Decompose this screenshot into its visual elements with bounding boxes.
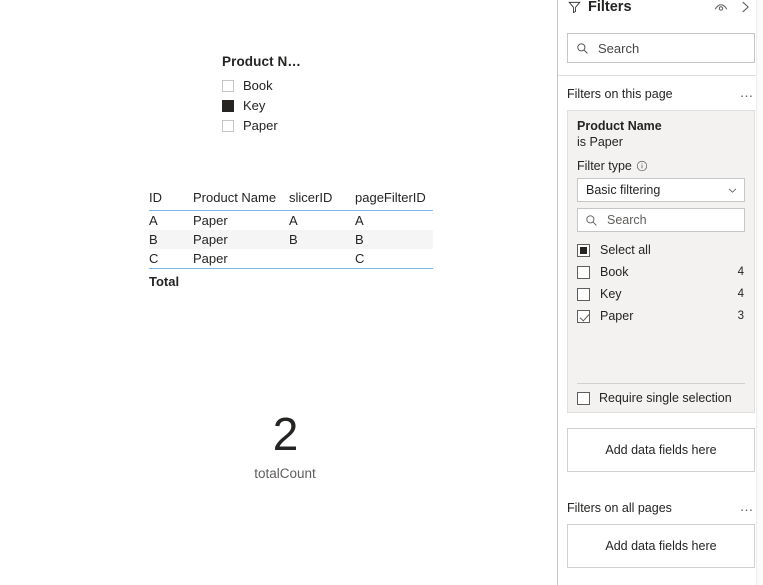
slicer-title: Product N…	[222, 54, 302, 69]
cell-product-name: Paper	[193, 213, 228, 228]
total-pagefilterid	[355, 268, 433, 292]
funnel-icon	[568, 1, 581, 14]
cell-id: A	[149, 213, 158, 228]
card-label: totalCount	[254, 466, 316, 481]
table-total-row: Total	[149, 268, 433, 292]
filters-pane-header: Filters	[558, 0, 763, 24]
filter-card-field-name: Product Name	[577, 119, 662, 133]
data-table: ID Product Name slicerID pageFilterID A …	[149, 190, 433, 292]
more-options-this-page[interactable]: …	[740, 85, 756, 101]
require-single-selection-label: Require single selection	[599, 391, 732, 405]
cell-slicerid	[289, 249, 355, 269]
table-row[interactable]: C Paper C	[149, 249, 433, 269]
filters-pane: Filters Search Filters on this page … Pr…	[557, 0, 763, 585]
total-label: Total	[149, 268, 193, 292]
filter-values-search-placeholder: Search	[607, 213, 647, 227]
filter-value-label: Key	[600, 287, 622, 301]
cell-pagefilterid: B	[355, 230, 433, 249]
total-slicerid	[289, 268, 355, 292]
more-options-all-pages[interactable]: …	[740, 499, 756, 515]
dropzone-report-level-filters[interactable]: Add data fields here	[567, 524, 755, 568]
filter-value-count: 4	[737, 266, 744, 278]
pane-divider	[558, 75, 763, 76]
checkbox-key[interactable]	[577, 287, 590, 301]
filters-pane-scrollbar[interactable]	[756, 0, 763, 585]
filter-type-selected-value: Basic filtering	[586, 183, 661, 197]
slicer-label-paper: Paper	[243, 118, 278, 133]
slicer-item-key[interactable]: Key	[222, 96, 362, 115]
column-header-pagefilterid[interactable]: pageFilterID	[355, 190, 433, 211]
cell-pagefilterid: C	[355, 251, 365, 266]
slicer-checkbox-book[interactable]	[222, 79, 234, 92]
table-visual[interactable]: ID Product Name slicerID pageFilterID A …	[149, 190, 433, 292]
filter-card-product-name[interactable]: Product Name is Paper Filter type Basic …	[567, 110, 755, 413]
search-icon	[577, 42, 588, 54]
cell-id: C	[149, 251, 159, 266]
section-title-this-page: Filters on this page	[567, 87, 673, 101]
slicer-checkbox-key[interactable]	[222, 99, 234, 112]
filter-type-row: Filter type	[577, 159, 745, 173]
cell-id: B	[149, 230, 193, 249]
slicer-visual-product-name[interactable]: Product N… Book Key Paper	[222, 54, 362, 136]
checkbox-book[interactable]	[577, 265, 590, 279]
filter-values-list: Select all Book 4 Key 4 Paper 3	[577, 239, 745, 327]
slicer-item-book[interactable]: Book	[222, 76, 362, 95]
filter-type-dropdown[interactable]: Basic filtering	[577, 178, 745, 202]
card-visual-totalcount[interactable]: 2 totalCount	[215, 408, 355, 481]
eye-icon[interactable]	[712, 0, 730, 16]
checkbox-select-all[interactable]	[577, 243, 590, 257]
filter-value-label: Paper	[600, 309, 634, 323]
report-canvas: Product N… Book Key Paper ID Product Nam…	[0, 0, 557, 585]
cell-pagefilterid: A	[355, 213, 364, 228]
slicer-label-book: Book	[243, 78, 273, 93]
require-single-selection-row[interactable]: Require single selection	[577, 384, 745, 412]
total-product-name	[193, 268, 289, 292]
section-filters-on-all-pages: Filters on all pages …	[567, 499, 756, 516]
slicer-item-paper[interactable]: Paper	[222, 116, 362, 135]
table-header-row: ID Product Name slicerID pageFilterID	[149, 190, 433, 211]
search-icon	[586, 214, 597, 226]
slicer-checkbox-paper[interactable]	[222, 119, 234, 132]
cell-product-name: Paper	[193, 251, 228, 266]
filter-type-label: Filter type	[577, 159, 632, 173]
filter-value-paper[interactable]: Paper 3	[577, 305, 745, 327]
filters-pane-title: Filters	[588, 0, 632, 15]
filters-search-placeholder: Search	[598, 40, 640, 56]
filters-search-input[interactable]: Search	[567, 33, 755, 63]
column-header-id[interactable]: ID	[149, 190, 193, 211]
checkbox-require-single-selection[interactable]	[577, 391, 590, 405]
filter-value-count: 4	[737, 288, 744, 300]
section-title-all-pages: Filters on all pages	[567, 501, 672, 515]
filter-value-label: Book	[600, 265, 629, 279]
filter-value-book[interactable]: Book 4	[577, 261, 745, 283]
filter-value-count: 3	[737, 310, 744, 322]
filter-value-select-all[interactable]: Select all	[577, 239, 745, 261]
checkbox-paper[interactable]	[577, 309, 590, 323]
table-row[interactable]: B Paper B B	[149, 230, 433, 249]
filter-card-spacer	[577, 327, 745, 383]
slicer-label-key: Key	[243, 98, 266, 113]
cell-product-name: Paper	[193, 230, 289, 249]
filter-value-key[interactable]: Key 4	[577, 283, 745, 305]
chevron-right-icon[interactable]	[736, 0, 754, 16]
filter-value-label: Select all	[600, 243, 651, 257]
section-filters-on-this-page: Filters on this page …	[567, 85, 756, 102]
card-value: 2	[272, 408, 299, 460]
column-header-product-name[interactable]: Product Name	[193, 190, 289, 211]
dropzone-page-level-filters[interactable]: Add data fields here	[567, 428, 755, 472]
filter-card-condition: is Paper	[577, 135, 623, 149]
cell-slicerid: A	[289, 213, 298, 228]
column-header-slicerid[interactable]: slicerID	[289, 190, 355, 211]
filter-values-search-input[interactable]: Search	[577, 208, 745, 232]
cell-slicerid: B	[289, 230, 355, 249]
info-icon[interactable]	[636, 160, 648, 172]
table-row[interactable]: A Paper A A	[149, 211, 433, 231]
chevron-down-icon	[728, 187, 737, 193]
